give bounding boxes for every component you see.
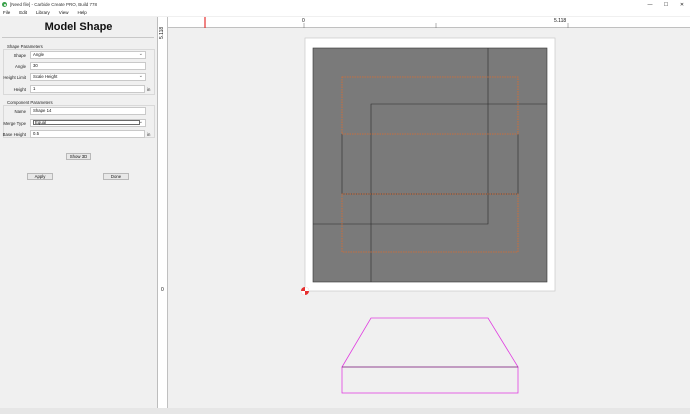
canvas-drawing (301, 37, 556, 394)
left-ruler-top-label: 5.118 (159, 26, 165, 39)
show-3d-button[interactable]: Show 3D (66, 153, 91, 160)
angle-profile-base (341, 366, 519, 394)
angle-label: Angle (15, 64, 26, 69)
menu-file[interactable]: File (3, 10, 10, 15)
top-ruler-end-label: 5.118 (554, 18, 567, 24)
close-button[interactable]: ✕ (674, 0, 690, 9)
name-label: Name (14, 109, 26, 114)
base-height-label: Base Height (2, 132, 26, 137)
top-ruler-zero-label: 0 (302, 18, 305, 24)
minimize-button[interactable]: — (642, 0, 658, 9)
menu-edit[interactable]: Edit (19, 10, 27, 15)
angle-profile-top (341, 317, 519, 368)
panel-divider (2, 37, 154, 38)
stock-area[interactable] (312, 47, 548, 283)
height-limit-label: Height Limit (3, 75, 26, 80)
model-shape-panel: Model Shape Shape Parameters Shape Angle… (0, 17, 157, 408)
panel-title: Model Shape (44, 21, 113, 33)
window-title: [Need file] - Carbide Create PRO, Build … (10, 2, 98, 7)
height-label: Height (13, 87, 26, 92)
top-ruler: 0 5.118 (168, 17, 690, 28)
left-ruler-zero-label: 0 (161, 287, 164, 293)
name-input[interactable]: Shape 14 (30, 107, 146, 115)
menu-bar: File Edit Library View Help (0, 9, 690, 16)
left-ruler: 5.118 0 (158, 17, 168, 408)
origin-marker-icon (301, 287, 309, 295)
title-bar: [Need file] - Carbide Create PRO, Build … (0, 0, 690, 9)
base-height-input[interactable]: 0.5 (30, 130, 145, 138)
menu-view[interactable]: View (59, 10, 69, 15)
done-button[interactable]: Done (103, 173, 129, 180)
height-limit-select[interactable]: Scale Height (30, 73, 146, 81)
base-height-unit: in (147, 132, 151, 137)
maximize-button[interactable]: ☐ (658, 0, 674, 9)
status-bar (0, 408, 690, 414)
design-canvas[interactable] (169, 29, 690, 408)
shape-select[interactable]: Angle (30, 51, 146, 59)
shape-label: Shape (13, 53, 26, 58)
menu-help[interactable]: Help (77, 10, 86, 15)
window-controls: — ☐ ✕ (642, 0, 690, 9)
top-ruler-ticks (204, 17, 569, 28)
menu-library[interactable]: Library (36, 10, 50, 15)
merge-type-select[interactable]: Equal (30, 119, 146, 127)
merge-type-value: Equal (33, 120, 140, 125)
height-unit: in (147, 87, 151, 92)
angle-input[interactable]: 30 (30, 62, 146, 70)
carbide-create-icon (2, 2, 7, 7)
apply-button[interactable]: Apply (27, 173, 53, 180)
height-input[interactable]: 1 (30, 85, 145, 93)
merge-type-label: Merge Type (3, 121, 26, 126)
